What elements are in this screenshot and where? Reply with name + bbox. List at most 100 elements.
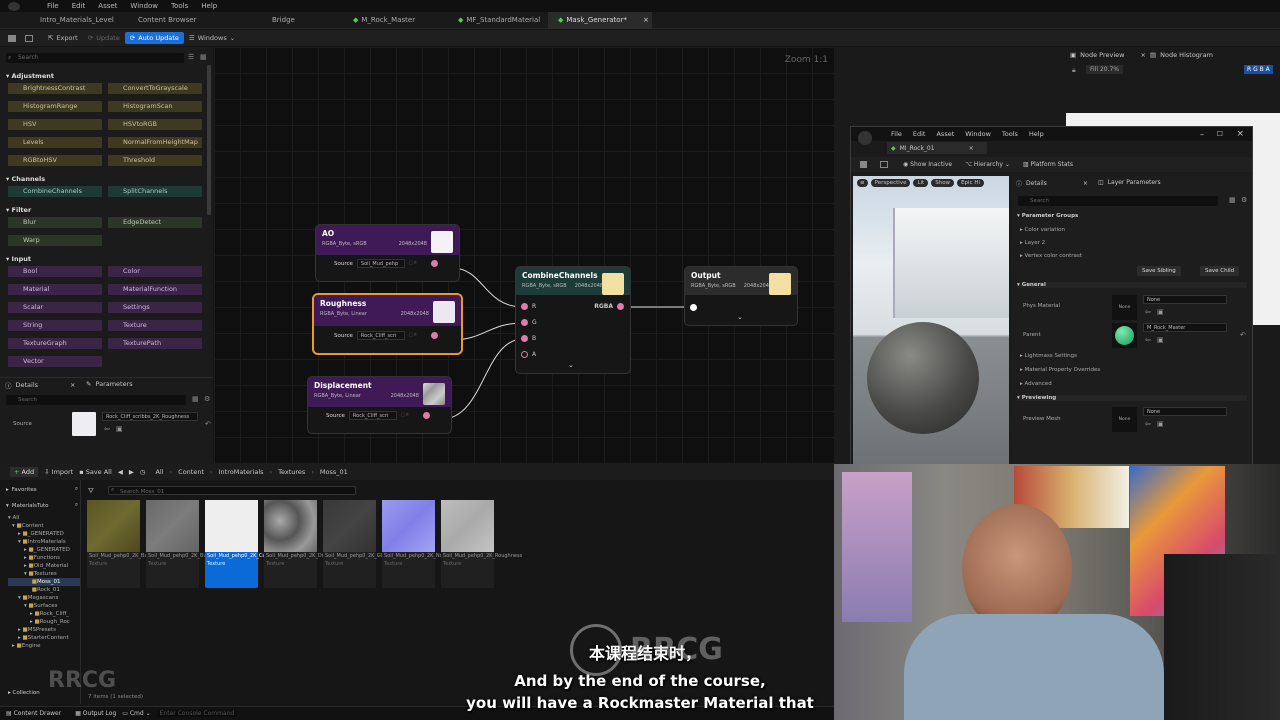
node-texture-graph[interactable]: TextureGraph [8,338,102,349]
node-combine-channels[interactable]: CombineChannels [8,186,102,197]
settings-icon[interactable]: ⚙ [1241,196,1247,204]
asset-tile-selected[interactable]: Soil_Mud_pehp0_2K_Cavity Texture [205,500,275,588]
perspective-button[interactable]: Perspective [870,179,911,187]
pin-a[interactable]: A [521,351,536,358]
node-levels[interactable]: Levels [8,137,102,148]
forward-icon[interactable]: ▶ [129,468,134,476]
parent-dropdown[interactable]: M_Rock_Master [1143,323,1227,332]
show-inactive-button[interactable]: ◉ Show Inactive [903,161,952,168]
output-pin[interactable] [422,412,430,419]
use-selected-icon[interactable]: ⇦ [104,425,110,433]
tab-rock-master[interactable]: ◆ M_Rock_Master [335,12,440,29]
platform-stats-button[interactable]: ▥ Platform Stats [1023,161,1073,168]
update-button[interactable]: ⟳ Update [83,32,125,44]
node-ao[interactable]: AO RGBA_Byte, sRGB 2048x2048 Source Soil_… [316,225,459,281]
tab-content-browser[interactable]: Content Browser [128,12,240,29]
section-channels[interactable]: ▾ Channels [0,172,51,186]
minimize-icon[interactable]: – [1200,130,1204,139]
advanced-row[interactable]: ▸ Advanced [1020,381,1052,387]
section-filter[interactable]: ▾ Filter [0,203,37,217]
save-all-button[interactable]: ▪ Save All [79,468,112,476]
scalability-button[interactable]: Epic Hi [957,179,984,187]
tree-item[interactable]: ▾ ■IntroMaterials [8,538,80,546]
tree-item[interactable]: ▸ ■MSPresets [8,626,80,634]
show-button[interactable]: Show [931,179,955,187]
expand-icon[interactable]: ⌄ [737,313,743,321]
reset-icon[interactable]: ↶ [1240,331,1246,339]
node-output[interactable]: Output RGBA_Byte, sRGB 2048x2048 ⌄ [685,267,797,325]
output-pin[interactable] [430,260,438,267]
input-pin[interactable] [521,351,528,358]
source-dropdown[interactable]: Rock_Cliff_scri [356,331,405,340]
node-hsv-to-rgb[interactable]: HSVtoRGB [108,119,202,130]
node-texture-path[interactable]: TexturePath [108,338,202,349]
import-button[interactable]: ⇩ Import [44,468,73,476]
close-window-icon[interactable]: × [1236,129,1244,139]
history-icon[interactable]: ◷ [140,468,146,476]
palette-scrollbar[interactable] [207,65,211,215]
grid-view-icon[interactable]: ▦ [1229,196,1236,204]
menu-edit[interactable]: Edit [913,130,926,138]
back-icon[interactable]: ◀ [118,468,123,476]
close-icon[interactable]: × [643,16,649,24]
tree-item[interactable]: ▾ ■Surfaces [8,602,80,610]
menu-file[interactable]: File [891,130,902,138]
source-dropdown[interactable]: Rock_Cliff_scri [348,411,397,420]
tree-item[interactable]: ▾ ■Textures [8,570,80,578]
filter-icon[interactable]: ⛛ [88,487,94,496]
input-pin[interactable] [521,319,528,326]
favorites-header[interactable]: ▸ Favorites ⌕ [6,486,78,493]
viewport-menu-icon[interactable]: ≡ [857,179,868,187]
tab-mf-standard[interactable]: ◆ MF_StandardMaterial [440,12,548,29]
menu-asset[interactable]: Asset [98,2,117,10]
browse-icon[interactable]: ▣ [116,425,123,433]
maximize-icon[interactable]: ☐ [1217,130,1223,138]
node-split-channels[interactable]: SplitChannels [108,186,202,197]
overrides-row[interactable]: ▸ Material Property Overrides [1020,367,1100,373]
browse-icon[interactable] [25,34,33,42]
menu-edit[interactable]: Edit [72,2,86,10]
use-selected-icon[interactable]: ⇦ [1145,420,1151,428]
list-view-icon[interactable]: ☰ [188,53,194,61]
asset-tile[interactable]: Soil_Mud_pehp0_2K_Normal Texture [382,500,454,588]
tree-item[interactable]: ▸ ■_GENERATED [8,530,80,538]
tree-item[interactable]: ▸ ■Old_Material [8,562,80,570]
details-tab[interactable]: ⓘ Details × [5,380,76,390]
asset-tile[interactable]: Soil_Mud_pehp0_2K_Gloss Texture [323,500,390,588]
menu-asset[interactable]: Asset [936,130,954,138]
menu-window[interactable]: Window [965,130,991,138]
node-warp[interactable]: Warp [8,235,102,246]
grid-view-icon[interactable]: ▦ [200,53,207,61]
tab-mask-generator[interactable]: ◆ Mask_Generator* × [548,11,652,29]
pin-g[interactable]: G [521,319,537,326]
browse-icon[interactable]: ▣ [1157,420,1164,428]
close-icon[interactable]: × [969,145,974,152]
search-icon[interactable]: ⌕ [75,502,78,509]
browse-icon[interactable]: ▣ [1157,336,1164,344]
node-string[interactable]: String [8,320,102,331]
lit-button[interactable]: Lit [913,179,929,187]
pin-r[interactable]: R [521,303,536,310]
reset-icon[interactable]: ↶ [205,420,211,428]
close-icon[interactable]: × [70,381,75,389]
menu-help[interactable]: Help [201,2,217,10]
pin-rgba-out[interactable]: RGBA [594,303,624,310]
previewing-header[interactable]: ▾ Previewing [1017,395,1247,401]
group-color-variation[interactable]: ▸ Color variation [1020,227,1065,233]
breadcrumb-textures[interactable]: Textures [278,468,305,476]
node-preview-tab[interactable]: ▣ Node Preview × [1070,51,1146,59]
menu-tools[interactable]: Tools [1002,130,1018,138]
tree-item[interactable]: ▸ ■Rough_Roc [8,618,80,626]
browse-icon[interactable]: ◌⌕ [409,332,417,339]
node-vector[interactable]: Vector [8,356,102,367]
input-pin[interactable] [521,303,528,310]
pin-b[interactable]: B [521,335,536,342]
source-dropdown[interactable]: Rock_Cliff_scribbs_2K_Roughness [102,412,198,421]
node-convert-grayscale[interactable]: ConvertToGrayscale [108,83,202,94]
details-search-input[interactable]: Search [6,395,186,405]
lightmass-settings-row[interactable]: ▸ Lightmass Settings [1020,353,1077,359]
node-histogram-scan[interactable]: HistogramScan [108,101,202,112]
auto-update-button[interactable]: ⟳ Auto Update [124,32,184,44]
breadcrumb-intromaterials[interactable]: IntroMaterials [219,468,264,476]
browse-icon[interactable]: ◌⌕ [401,412,409,419]
